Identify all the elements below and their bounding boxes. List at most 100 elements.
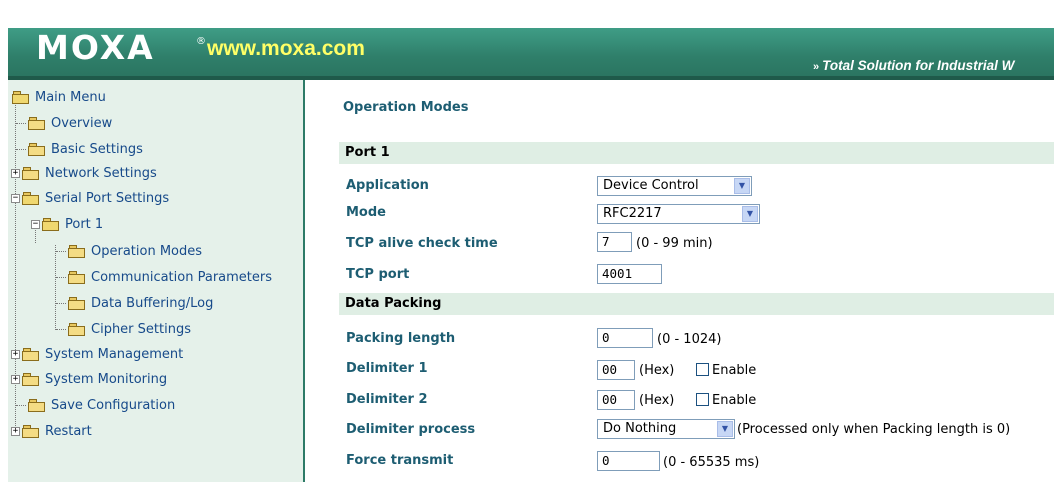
mode-select[interactable]: RFC2217 ▼ — [597, 204, 760, 224]
tree-item-save-configuration[interactable]: Save Configuration — [28, 394, 175, 416]
packing-length-label: Packing length — [346, 331, 456, 346]
header-banner: MOXA ® www.moxa.com » Total Solution for … — [0, 0, 1054, 80]
delimiter1-hex: (Hex) — [639, 363, 675, 378]
application-select[interactable]: Device Control ▼ — [597, 176, 752, 196]
tree-connector — [55, 245, 56, 330]
tree-item-label: System Management — [45, 346, 184, 362]
tcp-alive-input[interactable]: 7 — [597, 232, 632, 252]
expand-icon[interactable]: + — [11, 349, 20, 359]
folder-icon — [28, 398, 46, 412]
tree-connector — [56, 251, 66, 252]
tree-item-cipher-settings[interactable]: Cipher Settings — [68, 318, 191, 340]
delimiter1-enable-checkbox[interactable] — [696, 363, 709, 376]
collapse-icon[interactable]: − — [31, 219, 40, 229]
expand-icon[interactable]: + — [11, 168, 20, 178]
force-transmit-label: Force transmit — [346, 453, 454, 468]
tree-item-restart[interactable]: + Restart — [11, 420, 92, 442]
tree-connector — [16, 149, 26, 150]
chevron-down-icon[interactable]: ▼ — [742, 206, 758, 222]
tree-item-communication-parameters[interactable]: Communication Parameters — [68, 266, 272, 288]
tree-connector — [56, 329, 66, 330]
mode-select-value: RFC2217 — [603, 206, 662, 221]
delimiter-process-label: Delimiter process — [346, 422, 476, 437]
collapse-icon[interactable]: − — [11, 193, 20, 203]
tree-item-label: Overview — [51, 115, 113, 131]
tree-item-main-menu[interactable]: Main Menu — [12, 86, 106, 108]
tcp-port-input[interactable]: 4001 — [597, 264, 662, 284]
tree-item-label: Operation Modes — [91, 243, 203, 259]
tree-item-network-settings[interactable]: + Network Settings — [11, 162, 157, 184]
delimiter-process-hint: (Processed only when Packing length is 0… — [737, 422, 1011, 437]
tree-connector — [56, 277, 66, 278]
delimiter2-input[interactable]: 00 — [597, 390, 635, 410]
folder-icon — [22, 372, 40, 386]
chevron-down-icon[interactable]: ▼ — [717, 421, 733, 437]
tree-item-label: Main Menu — [35, 89, 106, 105]
tagline: » Total Solution for Industrial W — [813, 58, 1014, 73]
folder-open-icon — [12, 90, 30, 104]
tree-item-label: Data Buffering/Log — [91, 295, 214, 311]
main-content: Operation Modes Port 1 Application Devic… — [305, 80, 1054, 482]
packing-length-hint: (0 - 1024) — [657, 332, 722, 347]
tree-item-data-buffering[interactable]: Data Buffering/Log — [68, 292, 213, 314]
tcp-alive-label: TCP alive check time — [346, 236, 498, 251]
tree-connector — [16, 405, 26, 406]
site-url[interactable]: www.moxa.com — [207, 37, 365, 61]
delimiter1-input[interactable]: 00 — [597, 360, 635, 380]
expand-icon[interactable]: + — [11, 426, 20, 436]
tree-item-label: Cipher Settings — [91, 321, 191, 337]
tree-item-label: Basic Settings — [51, 141, 143, 157]
section-data-packing: Data Packing — [339, 293, 1054, 315]
delimiter1-enable-label: Enable — [712, 363, 757, 378]
tcp-alive-hint: (0 - 99 min) — [636, 236, 713, 251]
packing-length-input[interactable]: 0 — [597, 328, 653, 348]
registered-mark: ® — [196, 36, 206, 47]
delimiter2-hex: (Hex) — [639, 393, 675, 408]
tree-item-overview[interactable]: Overview — [28, 112, 112, 134]
delimiter1-label: Delimiter 1 — [346, 361, 428, 376]
application-select-value: Device Control — [603, 178, 699, 193]
tree-item-label: Communication Parameters — [91, 269, 273, 285]
tree-connector — [16, 123, 26, 124]
folder-icon — [68, 270, 86, 284]
chevron-right-icon: » — [813, 61, 819, 73]
section-port1: Port 1 — [339, 142, 1054, 164]
force-transmit-input[interactable]: 0 — [597, 451, 660, 471]
page-title: Operation Modes — [343, 100, 469, 115]
tree-item-label: Save Configuration — [51, 397, 176, 413]
delimiter2-label: Delimiter 2 — [346, 392, 428, 407]
tree-item-system-management[interactable]: + System Management — [11, 343, 183, 365]
delimiter2-enable-label: Enable — [712, 393, 757, 408]
sidebar-tree: Main Menu Overview Basic Settings + Netw… — [8, 80, 305, 482]
folder-open-icon — [42, 217, 60, 231]
tree-item-operation-modes[interactable]: Operation Modes — [68, 240, 202, 262]
tree-item-serial-port-settings[interactable]: − Serial Port Settings — [11, 187, 169, 209]
expand-icon[interactable]: + — [11, 374, 20, 384]
folder-icon — [22, 424, 40, 438]
tree-item-basic-settings[interactable]: Basic Settings — [28, 138, 143, 160]
tree-item-system-monitoring[interactable]: + System Monitoring — [11, 368, 167, 390]
tree-item-label: Network Settings — [45, 165, 157, 181]
application-label: Application — [346, 178, 429, 193]
folder-icon — [22, 166, 40, 180]
folder-open-icon — [22, 191, 40, 205]
tree-item-label: Restart — [45, 423, 92, 439]
tree-item-label: System Monitoring — [45, 371, 168, 387]
force-transmit-hint: (0 - 65535 ms) — [663, 455, 760, 470]
folder-icon — [68, 244, 86, 258]
delimiter-process-select[interactable]: Do Nothing ▼ — [597, 419, 735, 439]
chevron-down-icon[interactable]: ▼ — [734, 178, 750, 194]
folder-icon — [68, 322, 86, 336]
tcp-port-label: TCP port — [346, 267, 410, 282]
folder-icon — [68, 296, 86, 310]
delimiter2-enable-checkbox[interactable] — [696, 393, 709, 406]
folder-icon — [28, 116, 46, 130]
moxa-logo: MOXA — [36, 28, 155, 67]
tagline-text: Total Solution for Industrial W — [822, 58, 1015, 73]
folder-icon — [28, 142, 46, 156]
tree-item-label: Serial Port Settings — [45, 190, 170, 206]
tree-item-label: Port 1 — [65, 216, 104, 232]
tree-item-port1[interactable]: − Port 1 — [31, 213, 103, 235]
folder-icon — [22, 347, 40, 361]
delimiter-process-value: Do Nothing — [603, 421, 677, 436]
